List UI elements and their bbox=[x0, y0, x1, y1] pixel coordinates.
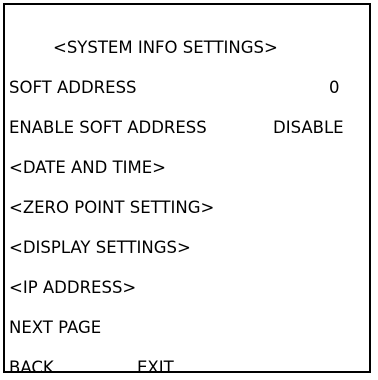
soft-address-value[interactable]: 0 bbox=[329, 76, 340, 100]
soft-address-row[interactable]: SOFT ADDRESS 0 bbox=[9, 76, 365, 100]
enable-soft-address-label: ENABLE SOFT ADDRESS bbox=[9, 118, 207, 137]
menu-item-display-settings[interactable]: <DISPLAY SETTINGS> bbox=[9, 236, 191, 260]
back-button[interactable]: BACK bbox=[9, 356, 54, 380]
soft-address-label: SOFT ADDRESS bbox=[9, 78, 137, 97]
menu-item-zero-point-setting[interactable]: <ZERO POINT SETTING> bbox=[9, 196, 214, 220]
enable-soft-address-value[interactable]: DISABLE bbox=[273, 116, 344, 140]
menu-item-ip-address[interactable]: <IP ADDRESS> bbox=[9, 276, 136, 300]
menu-item-date-and-time[interactable]: <DATE AND TIME> bbox=[9, 156, 166, 180]
menu-title: <SYSTEM INFO SETTINGS> bbox=[53, 38, 278, 57]
enable-soft-address-row[interactable]: ENABLE SOFT ADDRESS DISABLE bbox=[9, 116, 369, 140]
exit-button[interactable]: EXIT bbox=[137, 356, 174, 380]
osd-menu-frame: <SYSTEM INFO SETTINGS> SOFT ADDRESS 0 EN… bbox=[3, 3, 371, 377]
menu-item-next-page[interactable]: NEXT PAGE bbox=[9, 316, 101, 340]
